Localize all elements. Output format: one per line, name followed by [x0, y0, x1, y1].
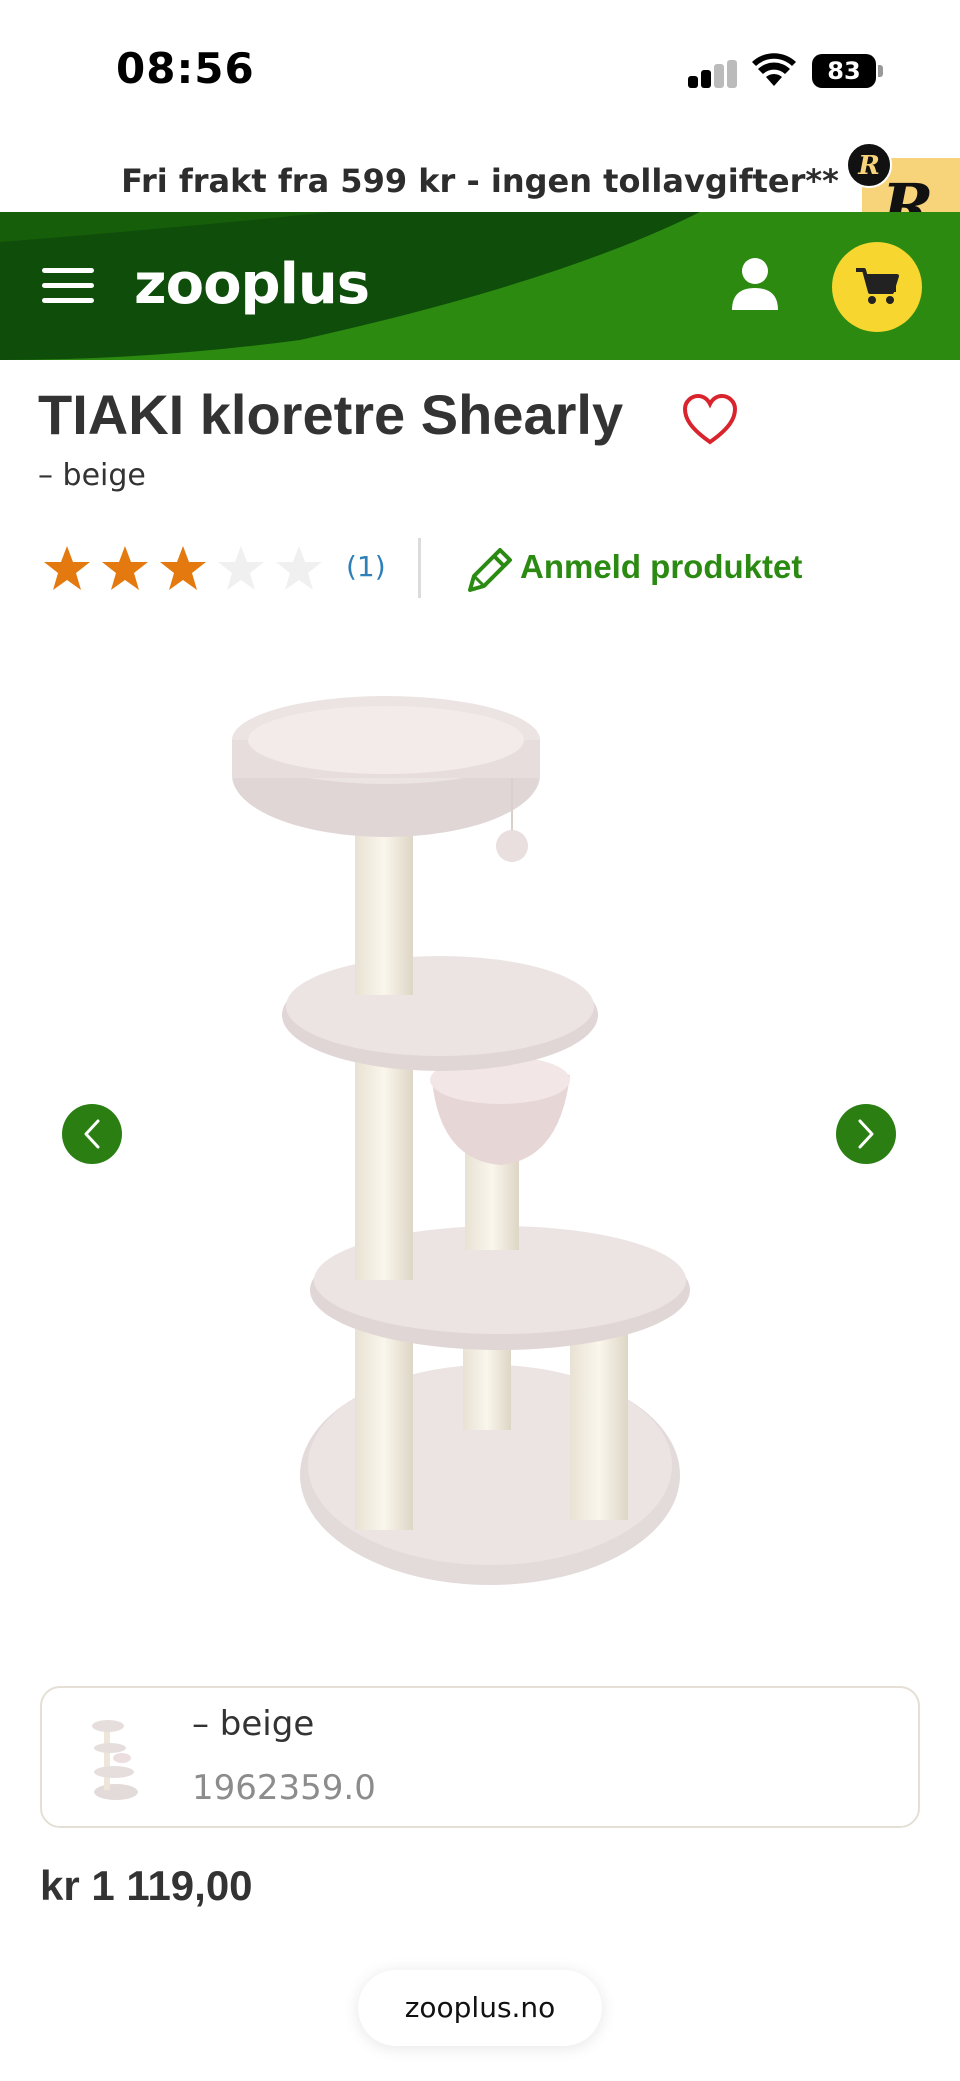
wifi-icon	[752, 53, 796, 86]
battery-icon: 83	[812, 54, 884, 88]
product-title: TIAKI kloretre Shearly	[38, 383, 624, 446]
variant-sku: 1962359.0	[192, 1768, 376, 1808]
review-count-link[interactable]: (1)	[346, 550, 386, 583]
extension-badge-small-icon: R	[846, 142, 892, 188]
site-header: zooplus	[0, 212, 960, 360]
cart-icon	[856, 268, 899, 304]
cellular-signal-icon	[688, 60, 738, 88]
battery-level: 83	[827, 57, 861, 85]
chevron-right-icon	[858, 1119, 874, 1149]
variant-selector-card[interactable]: – beige 1962359.0	[40, 1686, 920, 1828]
variant-thumbnail-image	[92, 1720, 138, 1800]
carousel-prev-button[interactable]	[62, 1104, 122, 1164]
status-time: 08:56	[116, 44, 255, 93]
status-bar: 08:56 83	[0, 0, 960, 140]
star-filled-icon	[160, 546, 206, 590]
cat-tree-image[interactable]	[200, 660, 760, 1620]
menu-icon[interactable]	[42, 264, 94, 308]
shipping-promo-banner[interactable]: Fri frakt fra 599 kr - ingen tollavgifte…	[0, 150, 960, 212]
favorite-heart-icon[interactable]	[682, 394, 738, 446]
star-filled-icon	[44, 546, 90, 590]
variant-name: – beige	[192, 1704, 315, 1744]
pencil-icon[interactable]	[464, 544, 516, 596]
carousel-next-button[interactable]	[836, 1104, 896, 1164]
star-empty-icon	[218, 546, 264, 590]
user-icon[interactable]	[730, 256, 780, 312]
product-variant-subtitle: – beige	[38, 458, 146, 493]
product-price: kr 1 119,00	[40, 1862, 253, 1909]
review-product-link[interactable]: Anmeld produktet	[520, 548, 802, 586]
zooplus-logo[interactable]: zooplus	[134, 252, 370, 317]
chevron-left-icon	[84, 1119, 100, 1149]
star-empty-icon	[276, 546, 322, 590]
star-filled-icon	[102, 546, 148, 590]
cart-button[interactable]	[832, 242, 922, 332]
browser-url-bar[interactable]: zooplus.no	[358, 1970, 602, 2046]
rating-divider	[418, 538, 421, 598]
